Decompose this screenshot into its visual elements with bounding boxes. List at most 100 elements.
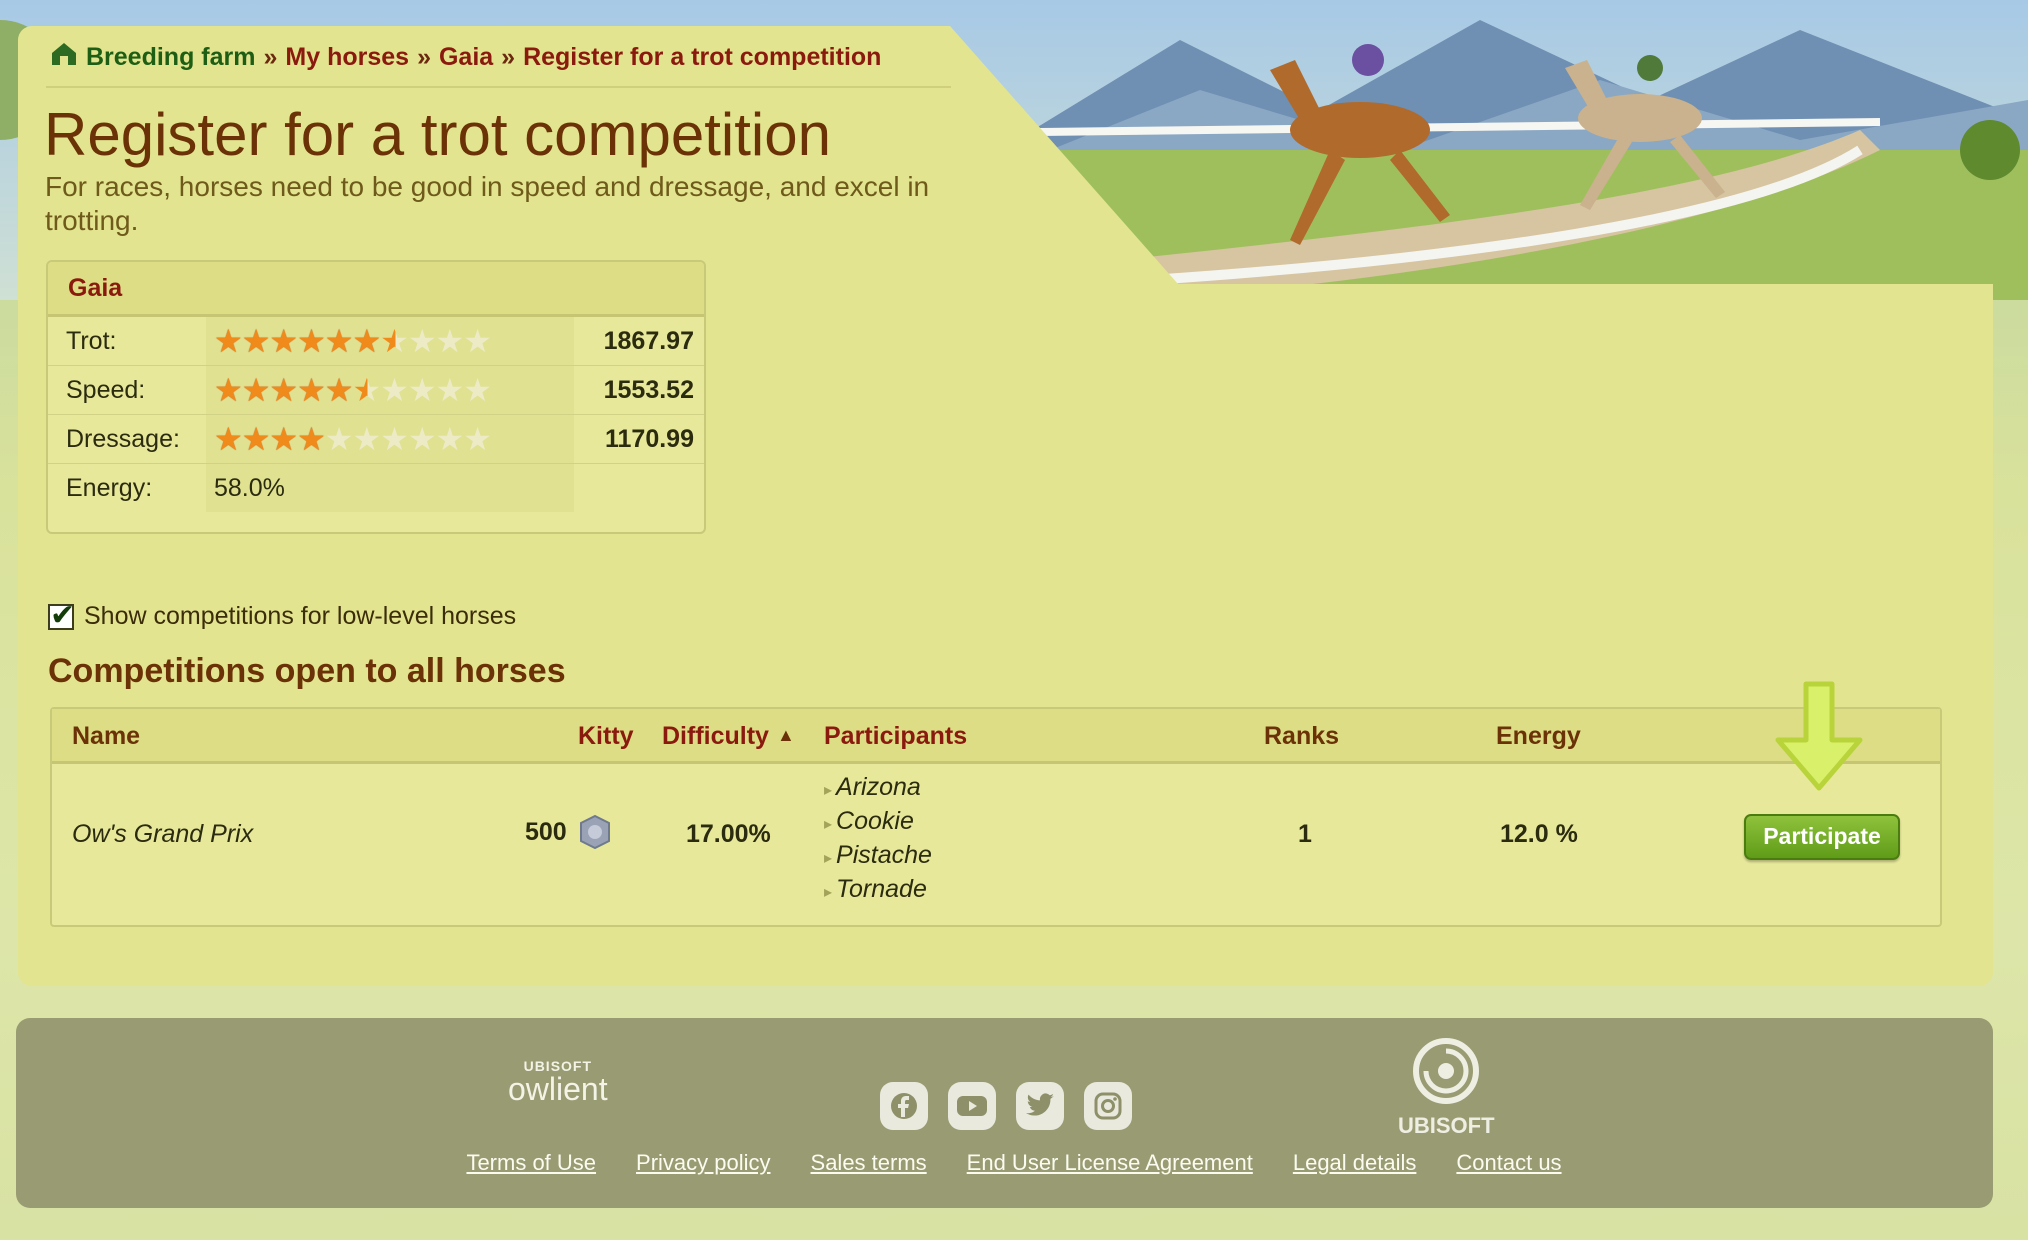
col-kitty[interactable]: Kitty [578, 722, 634, 751]
participant-item[interactable]: Cookie [824, 806, 932, 840]
star-empty-icon: ★ [435, 323, 465, 359]
star-icon: ★ [352, 323, 381, 359]
participate-button[interactable]: Participate [1744, 814, 1900, 860]
star-icon: ★ [241, 421, 271, 457]
energy-value: 58.0% [206, 464, 574, 512]
footer-link-privacy[interactable]: Privacy policy [636, 1150, 770, 1176]
star-icon: ★ [241, 323, 271, 359]
star-icon: ★ [324, 323, 354, 359]
stat-value: 1553.52 [603, 376, 694, 404]
star-icon: ★ [297, 323, 326, 359]
stat-value: 1170.99 [605, 425, 694, 453]
breadcrumb-separator: » [501, 42, 516, 71]
instagram-icon[interactable] [1084, 1082, 1132, 1130]
footer [16, 1018, 1993, 1208]
star-icon: ★ [297, 421, 326, 457]
col-ranks: Ranks [1264, 722, 1340, 750]
star-icon: ★ [269, 421, 298, 457]
breadcrumb-my-horses[interactable]: My horses [285, 43, 409, 72]
competition-ranks: 1 [1298, 820, 1312, 848]
youtube-icon[interactable] [948, 1082, 996, 1130]
table-row: Ow's Grand Prix 500 17.00% Arizona Cooki… [52, 764, 1940, 924]
stat-stars: ★ ★ ★ ★ ★ ★ ★ ★ ★ ★ [206, 366, 574, 414]
stat-label: Energy: [66, 474, 153, 502]
owlient-logo-word: owlient [508, 1071, 608, 1107]
ubisoft-logo-word: UBISOFT [1398, 1113, 1495, 1138]
star-icon: ★ [324, 372, 354, 408]
star-icon: ★ [269, 323, 298, 359]
star-half-icon: ★ [352, 372, 381, 408]
star-icon: ★ [214, 372, 243, 408]
stat-row-dressage: Dressage: ★ ★ ★ ★ ★ ★ ★ ★ ★ ★ 1170.99 [48, 415, 704, 464]
breadcrumb-breeding-farm[interactable]: Breeding farm [86, 43, 255, 72]
star-empty-icon: ★ [435, 372, 465, 408]
star-empty-icon: ★ [324, 421, 354, 457]
section-title: Competitions open to all horses [48, 652, 566, 690]
breadcrumb-separator: » [263, 42, 278, 71]
star-half-icon: ★ [380, 323, 409, 359]
col-name[interactable]: Name [72, 722, 140, 751]
participant-item[interactable]: Pistache [824, 840, 932, 874]
star-icon: ★ [214, 323, 243, 359]
stat-row-speed: Speed: ★ ★ ★ ★ ★ ★ ★ ★ ★ ★ 1553.52 [48, 366, 704, 415]
star-empty-icon: ★ [463, 421, 492, 457]
breadcrumb-current: Register for a trot competition [523, 42, 882, 71]
stat-row-energy: Energy: 58.0% [48, 464, 704, 512]
footer-links: Terms of Use Privacy policy Sales terms … [0, 1150, 2028, 1176]
breadcrumb-separator: » [417, 42, 431, 71]
low-level-filter[interactable]: Show competitions for low-level horses [48, 598, 517, 633]
page-title: Register for a trot competition [44, 101, 832, 168]
footer-link-legal[interactable]: Legal details [1293, 1150, 1417, 1176]
star-icon: ★ [241, 372, 271, 408]
stat-label: Speed: [66, 376, 146, 404]
page-subtitle: For races, horses need to be good in spe… [45, 171, 930, 236]
stat-label: Trot: [66, 327, 117, 355]
star-empty-icon: ★ [407, 372, 437, 408]
star-empty-icon: ★ [407, 323, 437, 359]
ubisoft-logo[interactable]: UBISOFT [1398, 1036, 1495, 1139]
breadcrumb-divider [46, 86, 951, 88]
owlient-logo[interactable]: UBISOFT owlient [508, 1058, 608, 1107]
ubisoft-swirl-icon [1413, 1038, 1480, 1104]
stat-stars: ★ ★ ★ ★ ★ ★ ★ ★ ★ ★ [206, 317, 574, 365]
star-empty-icon: ★ [435, 421, 465, 457]
stat-value: 1867.97 [603, 327, 694, 355]
star-icon: ★ [269, 372, 298, 408]
col-participants[interactable]: Participants [824, 722, 967, 751]
col-difficulty[interactable]: Difficulty [662, 722, 769, 751]
star-icon: ★ [214, 421, 243, 457]
table-header: Name Kitty Difficulty ▲ Participants Ran… [52, 709, 1940, 764]
participant-item[interactable]: Arizona [824, 772, 932, 806]
footer-link-contact[interactable]: Contact us [1456, 1150, 1561, 1176]
participants-list: Arizona Cookie Pistache Tornade [824, 772, 932, 908]
competitions-table: Name Kitty Difficulty ▲ Participants Ran… [50, 707, 1942, 927]
star-empty-icon: ★ [463, 323, 492, 359]
arrow-down-icon [1766, 680, 1872, 801]
breadcrumb-gaia[interactable]: Gaia [439, 43, 493, 72]
competition-kitty: 500 [525, 818, 567, 846]
farm-icon [50, 41, 78, 74]
footer-link-eula[interactable]: End User License Agreement [967, 1150, 1253, 1176]
col-energy: Energy [1496, 722, 1581, 750]
participant-item[interactable]: Tornade [824, 874, 932, 908]
star-empty-icon: ★ [380, 421, 409, 457]
footer-link-terms[interactable]: Terms of Use [466, 1150, 596, 1176]
facebook-icon[interactable] [880, 1082, 928, 1130]
horse-name: Gaia [48, 262, 704, 317]
breadcrumb: Breeding farm » My horses » Gaia » Regis… [50, 42, 881, 72]
competition-name: Ow's Grand Prix [72, 820, 254, 848]
stat-label: Dressage: [66, 425, 180, 453]
pass-icon [578, 814, 612, 857]
stat-stars: ★ ★ ★ ★ ★ ★ ★ ★ ★ ★ [206, 415, 574, 463]
low-level-label: Show competitions for low-level horses [84, 602, 517, 630]
sort-asc-icon: ▲ [777, 725, 795, 745]
star-empty-icon: ★ [380, 372, 409, 408]
low-level-checkbox[interactable] [48, 598, 75, 633]
stat-row-trot: Trot: ★ ★ ★ ★ ★ ★ ★ ★ ★ ★ 1867.97 [48, 317, 704, 366]
footer-link-sales[interactable]: Sales terms [811, 1150, 927, 1176]
competition-energy: 12.0 % [1500, 820, 1578, 848]
twitter-icon[interactable] [1016, 1082, 1064, 1130]
stat-value-empty [574, 464, 704, 512]
star-empty-icon: ★ [352, 421, 381, 457]
star-empty-icon: ★ [407, 421, 437, 457]
